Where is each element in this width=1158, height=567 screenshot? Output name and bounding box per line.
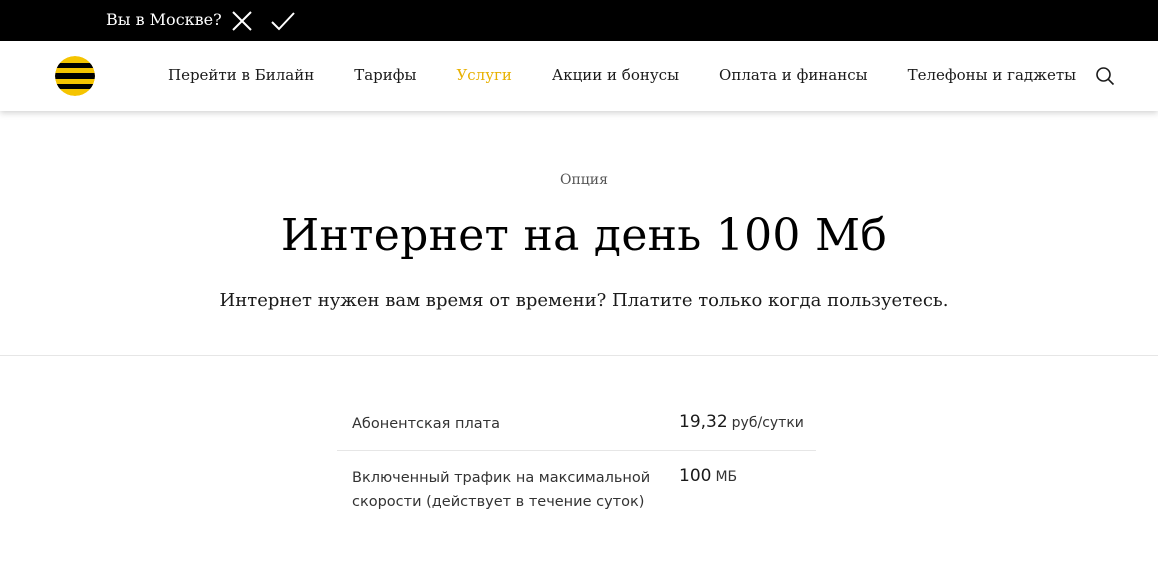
nav-item-services[interactable]: Услуги: [456, 64, 511, 86]
param-value-unit: руб/сутки: [731, 415, 804, 431]
option-hero: Опция Интернет на день 100 Мб Интернет н…: [0, 111, 1158, 356]
param-value: 19,32 руб/сутки: [679, 412, 804, 436]
site-header: Перейти в Билайн Тарифы Услуги Акции и б…: [0, 41, 1158, 111]
search-icon[interactable]: [1093, 64, 1117, 88]
nav-item-payment[interactable]: Оплата и финансы: [719, 64, 868, 86]
city-question: Вы в Москве?: [106, 10, 222, 29]
beeline-logo[interactable]: [55, 56, 95, 96]
check-icon[interactable]: [270, 8, 296, 34]
param-value-unit: МБ: [715, 469, 738, 485]
nav-item-tariffs[interactable]: Тарифы: [354, 64, 416, 86]
option-params-table: Абонентская плата 19,32 руб/сутки Включен…: [337, 397, 816, 528]
param-value-number: 19,32: [679, 412, 728, 432]
city-confirm-bar: Вы в Москве?: [0, 0, 1158, 41]
page-subtitle: Интернет нужен вам время от времени? Пла…: [219, 290, 949, 311]
param-value-number: 100: [679, 466, 712, 486]
param-label: Абонентская плата: [352, 416, 500, 432]
param-label: Включенный трафик на максимальной скорос…: [352, 470, 651, 510]
option-category-label: Опция: [560, 172, 608, 188]
close-icon[interactable]: [229, 8, 255, 34]
param-row-traffic: Включенный трафик на максимальной скорос…: [337, 450, 816, 528]
nav-item-promotions[interactable]: Акции и бонусы: [552, 64, 679, 86]
page-title: Интернет на день 100 Мб: [280, 210, 888, 261]
nav-item-go-to-beeline[interactable]: Перейти в Билайн: [168, 64, 314, 86]
param-value: 100 МБ: [679, 466, 737, 514]
param-row-fee: Абонентская плата 19,32 руб/сутки: [337, 397, 816, 450]
main-nav: Перейти в Билайн Тарифы Услуги Акции и б…: [168, 64, 1116, 86]
nav-item-phones[interactable]: Телефоны и гаджеты: [908, 64, 1076, 86]
